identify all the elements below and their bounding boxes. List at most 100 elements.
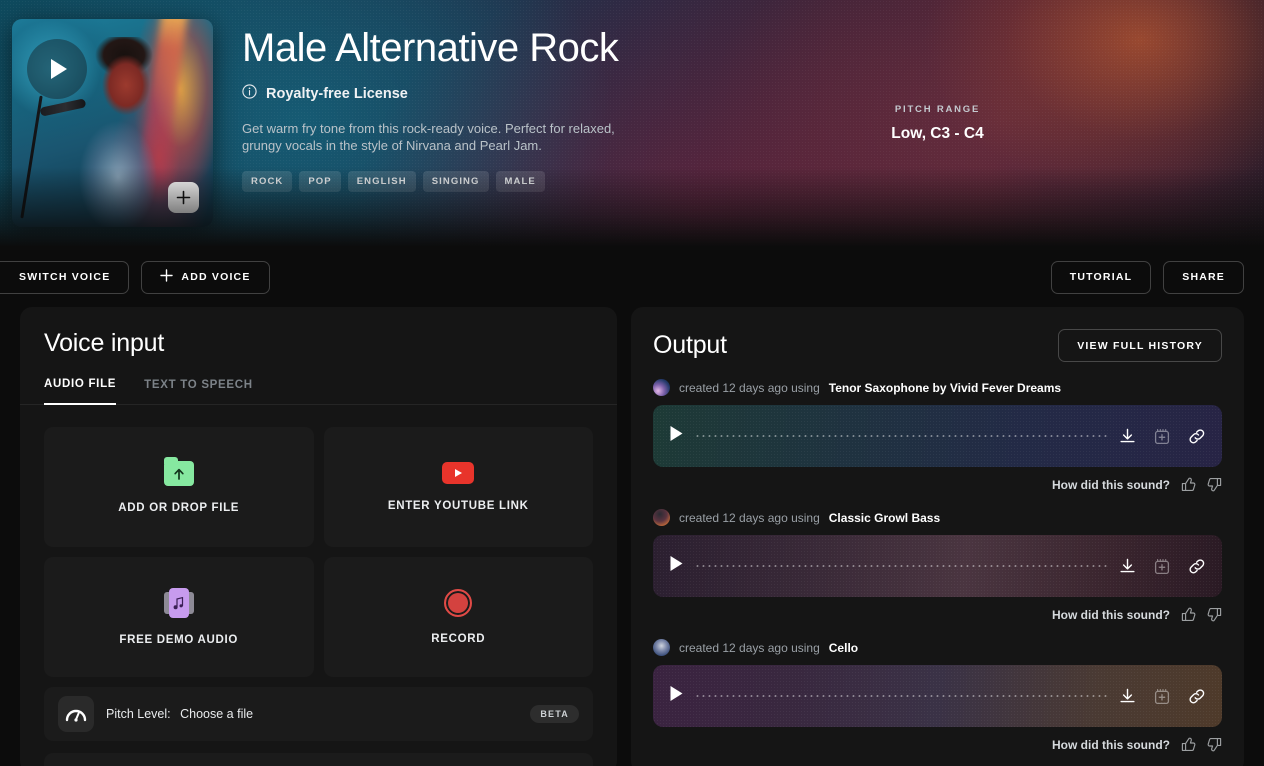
play-icon[interactable]: [669, 425, 684, 447]
add-or-drop-file-label: ADD OR DROP FILE: [118, 501, 240, 514]
voice-input-title: Voice input: [44, 329, 165, 357]
switch-voice-button[interactable]: SWITCH VOICE: [0, 260, 130, 294]
avatar: [653, 509, 670, 526]
tutorial-label: TUTORIAL: [1069, 271, 1133, 283]
tutorial-button[interactable]: TUTORIAL: [1050, 260, 1152, 294]
download-icon[interactable]: [1119, 428, 1136, 445]
page-title: Male Alternative Rock: [242, 26, 619, 70]
voice-input-footer-panel: [44, 753, 593, 766]
pitch-level-row[interactable]: Pitch Level: Choose a file BETA: [44, 687, 593, 741]
voice-tag[interactable]: ENGLISH: [347, 171, 416, 192]
add-voice-button[interactable]: ADD VOICE: [141, 260, 270, 294]
output-created-text: created 12 days ago using: [679, 380, 820, 395]
waveform[interactable]: [696, 434, 1107, 438]
pitch-level-value: Choose a file: [180, 707, 254, 721]
input-source-cards: ADD OR DROP FILE ENTER YOUTUBE LINK FREE…: [44, 427, 593, 677]
voice-toolbar: SWITCH VOICE ADD VOICE TUTORIAL SHARE: [0, 247, 1264, 307]
voice-tag[interactable]: POP: [299, 171, 341, 192]
record-icon: [444, 589, 473, 617]
pitch-range-value: Low, C3 - C4: [891, 125, 984, 142]
output-header: Output VIEW FULL HISTORY: [653, 329, 1222, 362]
audio-player[interactable]: [653, 405, 1222, 467]
output-item-meta: created 12 days ago using Cello: [653, 639, 1222, 656]
output-voice-name: Cello: [828, 640, 859, 655]
toolbar-left-group: SWITCH VOICE ADD VOICE: [0, 260, 270, 294]
enter-youtube-link-label: ENTER YOUTUBE LINK: [387, 500, 529, 512]
output-created-text: created 12 days ago using: [679, 510, 820, 525]
waveform[interactable]: [696, 694, 1107, 698]
voice-input-tabs: AUDIO FILE TEXT TO SPEECH: [20, 378, 617, 405]
license-row: Royalty-free License: [242, 84, 712, 103]
toolbar-right-group: TUTORIAL SHARE: [1050, 260, 1244, 294]
free-demo-audio-card[interactable]: FREE DEMO AUDIO: [44, 557, 314, 677]
voice-tag[interactable]: ROCK: [242, 171, 293, 192]
feedback-prompt: How did this sound?: [1052, 737, 1170, 752]
waveform[interactable]: [696, 564, 1107, 568]
copy-link-icon[interactable]: [1188, 428, 1206, 445]
thumbs-up-icon[interactable]: [1181, 607, 1196, 622]
gauge-icon: [58, 696, 94, 732]
info-icon: [242, 84, 257, 103]
play-icon[interactable]: [27, 39, 87, 99]
pitch-level-label: Pitch Level:: [106, 707, 171, 721]
play-icon[interactable]: [669, 555, 684, 577]
tab-audio-file[interactable]: AUDIO FILE: [44, 378, 117, 405]
download-icon[interactable]: [1119, 558, 1136, 575]
player-actions: [1119, 558, 1206, 575]
output-feedback: How did this sound?: [653, 477, 1222, 492]
voice-description: Get warm fry tone from this rock-ready v…: [242, 121, 615, 153]
player-actions: [1119, 688, 1206, 705]
play-icon[interactable]: [669, 685, 684, 707]
output-voice-name: Tenor Saxophone by Vivid Fever Dreams: [828, 380, 1062, 395]
thumbs-up-icon[interactable]: [1181, 477, 1196, 492]
output-created-text: created 12 days ago using: [679, 640, 820, 655]
record-card[interactable]: RECORD: [323, 557, 593, 677]
share-button[interactable]: SHARE: [1163, 260, 1244, 294]
pitch-range-block: PITCH RANGE Low, C3 - C4: [840, 104, 1035, 143]
record-label: RECORD: [431, 633, 486, 645]
voice-tag[interactable]: SINGING: [422, 171, 489, 192]
plus-icon[interactable]: [168, 182, 199, 213]
avatar: [653, 639, 670, 656]
youtube-icon: [442, 462, 475, 484]
save-to-library-icon[interactable]: [1154, 558, 1170, 575]
tab-text-to-speech[interactable]: TEXT TO SPEECH: [144, 378, 253, 405]
download-icon[interactable]: [1119, 688, 1136, 705]
view-full-history-button[interactable]: VIEW FULL HISTORY: [1058, 329, 1222, 362]
player-actions: [1119, 428, 1206, 445]
output-feedback: How did this sound?: [653, 607, 1222, 622]
output-feedback: How did this sound?: [653, 737, 1222, 752]
main-content: Voice input AUDIO FILE TEXT TO SPEECH AD…: [0, 307, 1264, 766]
save-to-library-icon[interactable]: [1154, 688, 1170, 705]
enter-youtube-link-card[interactable]: ENTER YOUTUBE LINK: [323, 427, 593, 547]
copy-link-icon[interactable]: [1188, 558, 1206, 575]
thumbs-down-icon[interactable]: [1207, 737, 1222, 752]
output-item: created 12 days ago using Classic Growl …: [653, 509, 1222, 622]
thumbs-down-icon[interactable]: [1207, 607, 1222, 622]
output-item-meta: created 12 days ago using Classic Growl …: [653, 509, 1222, 526]
voice-tag[interactable]: MALE: [495, 171, 545, 192]
voice-input-panel: Voice input AUDIO FILE TEXT TO SPEECH AD…: [20, 307, 617, 766]
output-panel: Output VIEW FULL HISTORY created 12 days…: [631, 307, 1244, 766]
voice-artwork[interactable]: [12, 19, 213, 227]
plus-icon: [160, 269, 174, 285]
thumbs-up-icon[interactable]: [1181, 737, 1196, 752]
add-or-drop-file-card[interactable]: ADD OR DROP FILE: [44, 427, 314, 547]
pitch-level-text: Pitch Level: Choose a file: [106, 707, 253, 721]
output-item: created 12 days ago using Cello How did …: [653, 639, 1222, 752]
copy-link-icon[interactable]: [1188, 688, 1206, 705]
voice-hero-banner: Male Alternative Rock Royalty-free Licen…: [0, 0, 1264, 247]
save-to-library-icon[interactable]: [1154, 428, 1170, 445]
audio-player[interactable]: [653, 665, 1222, 727]
free-demo-audio-label: FREE DEMO AUDIO: [119, 634, 239, 646]
share-label: SHARE: [1182, 271, 1225, 283]
pitch-range-label: PITCH RANGE: [894, 104, 981, 115]
tabs-divider: [20, 404, 617, 405]
output-item: created 12 days ago using Tenor Saxophon…: [653, 379, 1222, 492]
thumbs-down-icon[interactable]: [1207, 477, 1222, 492]
output-item-meta: created 12 days ago using Tenor Saxophon…: [653, 379, 1222, 396]
avatar: [653, 379, 670, 396]
audio-player[interactable]: [653, 535, 1222, 597]
add-voice-label: ADD VOICE: [181, 271, 251, 283]
hero-text-block: Male Alternative Rock Royalty-free Licen…: [242, 24, 712, 192]
